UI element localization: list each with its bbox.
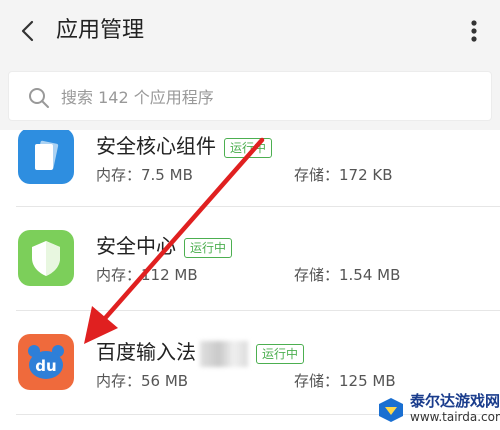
watermark: 泰尔达游戏网 www.tairda.com [376,390,500,430]
storage-usage: 存储：1.54 MB [294,266,401,284]
divider [16,310,500,311]
divider [16,206,500,207]
app-name: 安全中心 运行中 [96,230,233,259]
search-box[interactable] [8,71,492,121]
search-icon [29,88,49,108]
status-badge: 运行中 [224,137,273,158]
memory-usage: 内存：56 MB [96,372,189,390]
app-name: 安全核心组件 运行中 [96,130,273,159]
baidu-input-icon: du [18,334,74,390]
app-list: 安全核心组件 运行中 内存：7.5 MB 存储：172 KB 安全中心 运行中 内存… [0,130,500,430]
watermark-url: www.tairda.com [410,410,500,424]
tv-logo-icon [379,398,403,422]
search-section [0,63,500,130]
back-button[interactable] [14,16,44,46]
memory-usage: 内存：7.5 MB [96,166,193,184]
search-input[interactable] [61,80,481,114]
blurred-region [200,340,248,367]
app-name: 百度输入法 运行中 [96,336,305,367]
list-item-app-security-center[interactable]: 安全中心 运行中 内存：112 MB 存储：1.54 MB [0,208,500,312]
list-item-app-security-core[interactable]: 安全核心组件 运行中 内存：7.5 MB 存储：172 KB [0,130,500,206]
watermark-text: 泰尔达游戏网 [410,392,500,410]
chevron-left-icon [21,20,34,42]
shield-icon [18,230,74,286]
memory-usage: 内存：112 MB [96,266,198,284]
more-vertical-icon [471,20,477,42]
storage-usage: 存储：172 KB [294,166,393,184]
page-title: 应用管理 [56,18,145,43]
status-badge: 运行中 [256,343,305,364]
more-options-button[interactable] [460,16,488,46]
title-bar: 应用管理 [0,0,500,63]
phone-device-icon [18,130,74,184]
storage-usage: 存储：125 MB [294,372,396,390]
svg-text:du: du [35,357,56,375]
status-badge: 运行中 [184,237,233,258]
